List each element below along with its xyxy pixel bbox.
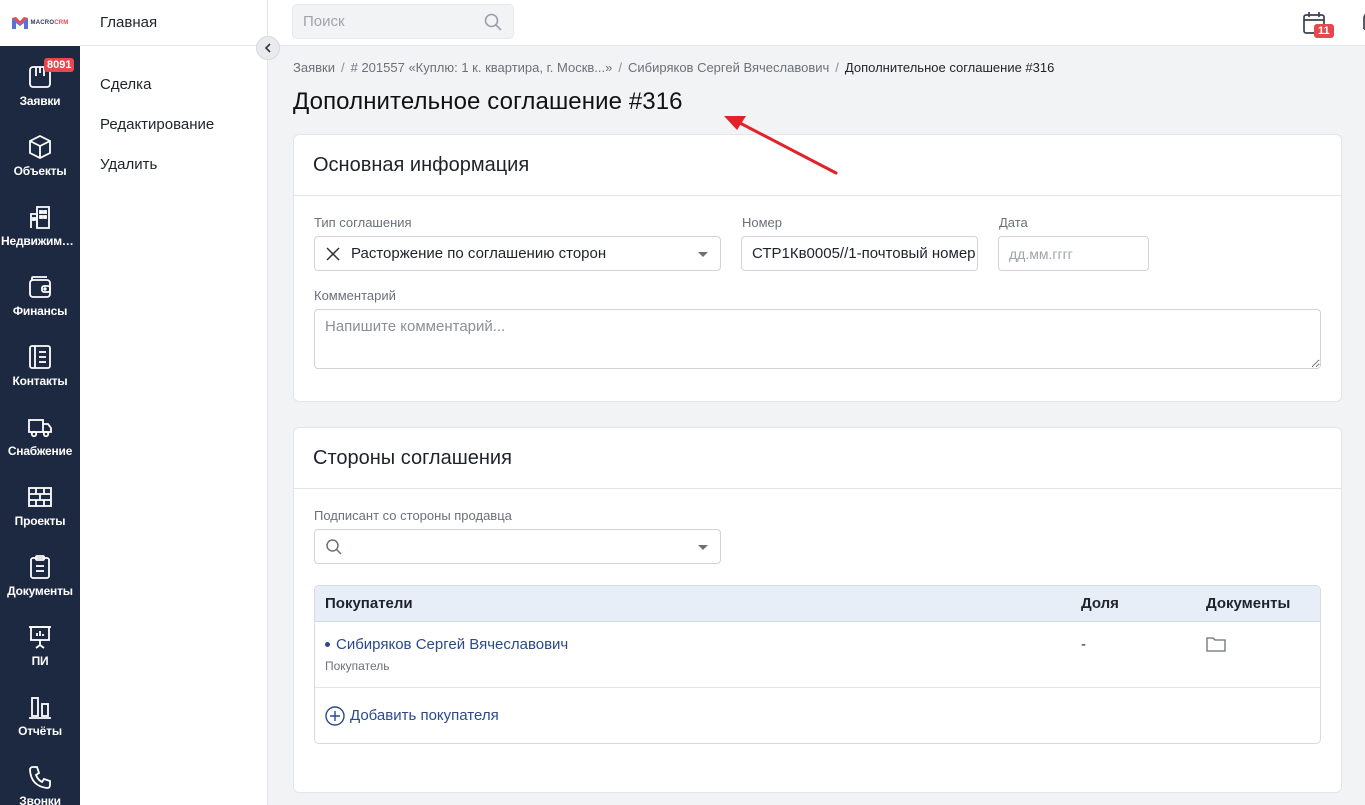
nav-label: Финансы xyxy=(12,304,68,318)
buyer-role: Покупатель xyxy=(325,659,390,673)
date-label: Дата xyxy=(999,215,1028,230)
truck-icon xyxy=(28,419,52,438)
bullet-icon xyxy=(325,642,330,647)
header-buyers: Покупатели xyxy=(325,595,413,612)
add-buyer-label: Добавить покупателя xyxy=(350,707,499,724)
comment-label: Комментарий xyxy=(314,288,396,303)
nav-item-pi[interactable]: ПИ xyxy=(0,606,80,676)
table-header: Покупатели Доля Документы xyxy=(315,586,1320,622)
presentation-icon xyxy=(29,626,51,649)
nav-item-realty[interactable]: Недвижимость xyxy=(0,186,80,256)
breadcrumb-request[interactable]: # 201557 «Куплю: 1 к. квартира, г. Москв… xyxy=(351,60,613,75)
search-input[interactable] xyxy=(303,13,473,30)
nav-label: Объекты xyxy=(13,164,67,178)
breadcrumb-current: Дополнительное соглашение #316 xyxy=(844,60,1055,75)
nav-item-reports[interactable]: Отчёты xyxy=(0,676,80,746)
search-box xyxy=(292,4,514,39)
breadcrumb-requests[interactable]: Заявки xyxy=(293,60,335,75)
secondary-sidebar: Главная Сделка Редактирование Удалить xyxy=(80,0,268,805)
nav-label: Звонки xyxy=(19,794,61,805)
breadcrumb: Заявки / # 201557 «Куплю: 1 к. квартира, г… xyxy=(293,60,1055,75)
sidebar-item-deal[interactable]: Сделка xyxy=(80,64,267,104)
top-bar: 11 xyxy=(268,0,1365,46)
chevron-down-icon xyxy=(698,252,708,257)
nav-item-calls[interactable]: Звонки xyxy=(0,746,80,805)
nav-item-objects[interactable]: Объекты xyxy=(0,116,80,186)
seller-select[interactable] xyxy=(314,529,721,564)
brick-wall-icon xyxy=(28,487,52,507)
search-icon[interactable] xyxy=(483,12,503,32)
nav-label: Отчёты xyxy=(18,724,62,738)
clipboard-icon xyxy=(30,555,50,579)
nav-label: Документы xyxy=(7,584,73,598)
buyer-cell: Сибиряков Сергей Вячеславович Покупатель xyxy=(315,622,1071,687)
main-info-card: Основная информация Тип соглашения Расто… xyxy=(293,134,1342,402)
table-row: Сибиряков Сергей Вячеславович Покупатель… xyxy=(315,622,1320,688)
number-value: СТР1Кв0005//1-почтовый номер xyxy=(752,245,976,262)
wallet-icon xyxy=(29,276,51,298)
nav-item-requests[interactable]: 8091 Заявки xyxy=(0,46,80,116)
type-value: Расторжение по соглашению сторон xyxy=(351,245,607,262)
clear-icon[interactable] xyxy=(325,246,341,262)
documents-cell xyxy=(1196,622,1320,687)
nav-item-contacts[interactable]: Контакты xyxy=(0,326,80,396)
date-input[interactable]: дд.мм.гггг xyxy=(998,236,1149,271)
main-info-title: Основная информация xyxy=(294,135,1341,196)
parties-card: Стороны соглашения Подписант со стороны … xyxy=(293,427,1342,793)
sidebar-menu: Сделка Редактирование Удалить xyxy=(80,46,267,184)
sidebar-item-delete[interactable]: Удалить xyxy=(80,144,267,184)
nav-item-projects[interactable]: Проекты xyxy=(0,466,80,536)
phone-icon xyxy=(29,766,51,789)
cube-icon xyxy=(29,134,51,160)
main-nav: MACROCRM 8091 Заявки Объекты Недвижимост… xyxy=(0,0,80,805)
buyer-link[interactable]: Сибиряков Сергей Вячеславович xyxy=(325,636,1061,653)
folder-icon[interactable] xyxy=(1206,636,1226,652)
header-documents: Документы xyxy=(1206,595,1291,612)
nav-label: Проекты xyxy=(14,514,66,528)
logo-text: MACROCRM xyxy=(30,20,69,26)
logo[interactable]: MACROCRM xyxy=(0,0,80,46)
nav-item-supply[interactable]: Снабжение xyxy=(0,396,80,466)
collapse-sidebar-button[interactable] xyxy=(256,36,280,60)
nav-item-documents[interactable]: Документы xyxy=(0,536,80,606)
nav-label: Контакты xyxy=(12,374,68,388)
share-cell: - xyxy=(1081,636,1086,653)
number-label: Номер xyxy=(742,215,783,230)
search-icon xyxy=(326,538,342,555)
nav-label: Заявки xyxy=(19,94,61,108)
nav-label: Снабжение xyxy=(7,444,73,458)
chevron-down-icon xyxy=(698,545,708,550)
date-placeholder: дд.мм.гггг xyxy=(1009,245,1073,262)
type-select[interactable]: Расторжение по соглашению сторон xyxy=(314,236,721,271)
building-icon xyxy=(30,206,50,229)
parties-title: Стороны соглашения xyxy=(294,428,1341,489)
bell-icon[interactable] xyxy=(1354,11,1365,33)
nav-label: Недвижимость xyxy=(1,234,79,248)
breadcrumb-client[interactable]: Сибиряков Сергей Вячеславович xyxy=(628,60,829,75)
number-input[interactable]: СТР1Кв0005//1-почтовый номер xyxy=(741,236,978,271)
chevron-left-icon xyxy=(264,43,271,53)
type-label: Тип соглашения xyxy=(314,215,412,230)
calendar-badge: 11 xyxy=(1314,24,1334,38)
buyers-table: Покупатели Доля Документы Сибиряков Серг… xyxy=(314,585,1321,744)
nav-item-finance[interactable]: Финансы xyxy=(0,256,80,326)
logo-mark-icon xyxy=(11,17,28,29)
requests-badge: 8091 xyxy=(44,58,75,72)
header-share: Доля xyxy=(1081,595,1119,612)
sidebar-item-edit[interactable]: Редактирование xyxy=(80,104,267,144)
comment-input[interactable] xyxy=(314,309,1321,369)
bar-chart-icon xyxy=(29,697,51,719)
page-title: Дополнительное соглашение #316 xyxy=(293,88,683,115)
contacts-icon xyxy=(29,345,51,369)
nav-label: ПИ xyxy=(31,654,49,668)
plus-circle-icon xyxy=(325,705,345,726)
add-buyer-button[interactable]: Добавить покупателя xyxy=(315,688,1320,743)
seller-label: Подписант со стороны продавца xyxy=(314,508,512,523)
sidebar-title[interactable]: Главная xyxy=(80,0,267,46)
